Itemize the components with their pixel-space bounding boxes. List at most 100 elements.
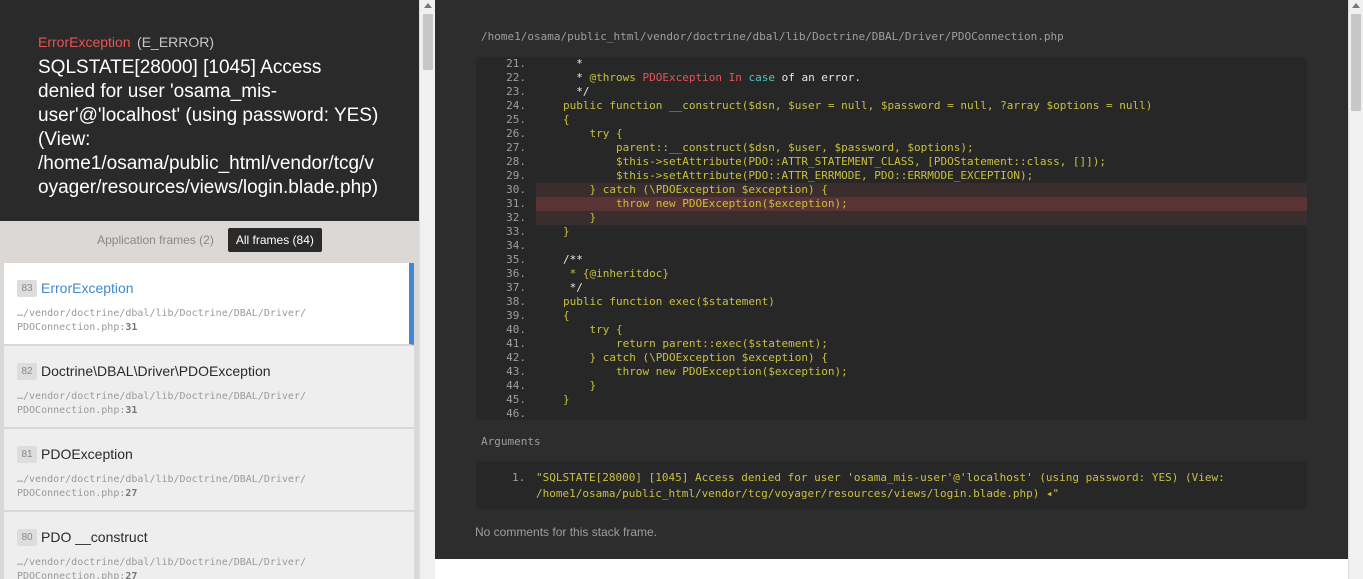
frame-class: PDOException: [41, 446, 133, 462]
frame-filter: Application frames (2) All frames (84): [0, 221, 419, 259]
code-line-text: throw new PDOException($exception);: [563, 365, 848, 378]
page-footer-area: [435, 559, 1348, 579]
code-line-text: }: [563, 211, 597, 224]
filter-application-frames[interactable]: Application frames (2): [97, 229, 214, 251]
frame-item[interactable]: 83 ErrorException …/vendor/doctrine/dbal…: [4, 263, 414, 345]
code-line-number: 25.: [506, 113, 526, 126]
code-line-text: } catch (\PDOException $exception) {: [563, 183, 828, 196]
argument-value: "SQLSTATE[28000] [1045] Access denied fo…: [536, 471, 1225, 500]
code-line-number: 30.: [506, 183, 526, 196]
code-line-text: throw new PDOException($exception);: [563, 197, 848, 210]
code-line-text: }: [563, 379, 597, 392]
code-line-number: 41.: [506, 337, 526, 350]
code-line: 36. * {@inheritdoc}: [476, 267, 1307, 281]
code-line-number: 43.: [506, 365, 526, 378]
code-line: 28. $this->setAttribute(PDO::ATTR_STATEM…: [476, 155, 1307, 169]
arguments-label: Arguments: [481, 435, 541, 448]
exception-message: SQLSTATE[28000] [1045] Access denied for…: [38, 57, 379, 198]
frame-index: 81: [17, 446, 37, 463]
code-line: 35. /**: [476, 253, 1307, 267]
code-line-number: 40.: [506, 323, 526, 336]
code-line: 45.}: [476, 393, 1307, 407]
exception-header: ErrorException (E_ERROR) SQLSTATE[28000]…: [0, 0, 419, 200]
code-line-text: {: [563, 309, 570, 322]
code-line-number: 39.: [506, 309, 526, 322]
frame-index: 83: [17, 280, 37, 297]
code-line: 32. }: [506, 211, 1307, 225]
scroll-up-arrow-icon[interactable]: [424, 3, 432, 8]
code-line: 30. } catch (\PDOException $exception) {: [506, 183, 1307, 197]
code-line-text: try {: [563, 127, 623, 140]
right-scrollbar[interactable]: [1348, 0, 1363, 579]
frame-class: PDO __construct: [41, 529, 148, 545]
code-line-number: 34.: [506, 239, 526, 252]
code-line-number: 38.: [506, 295, 526, 308]
code-line: 37. */: [476, 281, 1307, 295]
frame-file: …/vendor/doctrine/dbal/lib/Doctrine/DBAL…: [17, 308, 306, 333]
frame-index: 80: [17, 529, 37, 546]
code-line: 38. public function exec($statement): [476, 295, 1307, 309]
frame-file: …/vendor/doctrine/dbal/lib/Doctrine/DBAL…: [17, 474, 306, 499]
scrollbar-thumb[interactable]: [423, 14, 433, 70]
code-line: 42. } catch (\PDOException $exception) {: [476, 351, 1307, 365]
exception-panel: ErrorException (E_ERROR) SQLSTATE[28000]…: [0, 0, 419, 579]
code-line: 34.: [476, 239, 1307, 253]
code-line-text: */: [563, 85, 590, 98]
code-line-number: 35.: [506, 253, 526, 266]
code-block: 21. * 22. * @throws PDOException In case …: [476, 57, 1307, 420]
filter-all-frames[interactable]: All frames (84): [227, 228, 322, 252]
code-line-number: 33.: [506, 225, 526, 238]
code-line-text: *: [563, 57, 583, 70]
code-line-text: */: [563, 281, 583, 294]
code-line-number: 32.: [506, 211, 526, 224]
code-line-text: {: [563, 113, 570, 126]
code-line-text: $this->setAttribute(PDO::ATTR_STATEMENT_…: [563, 155, 1107, 168]
left-scrollbar[interactable]: [419, 0, 435, 579]
code-line: 27. parent::__construct($dsn, $user, $pa…: [476, 141, 1307, 155]
code-line-number: 44.: [506, 379, 526, 392]
frame-class: Doctrine\DBAL\Driver\PDOException: [41, 363, 271, 379]
code-line-text: }: [563, 393, 570, 406]
code-line: 26. try {: [476, 127, 1307, 141]
code-lines: 21. * 22. * @throws PDOException In case …: [476, 57, 1307, 420]
frame-list: 83 ErrorException …/vendor/doctrine/dbal…: [0, 259, 419, 579]
code-line-number: 27.: [506, 141, 526, 154]
code-line: 41. return parent::exec($statement);: [476, 337, 1307, 351]
code-line: 39. {: [476, 309, 1307, 323]
frame-comments: No comments for this stack frame.: [475, 525, 658, 539]
code-line-number: 26.: [506, 127, 526, 140]
code-line-text: parent::__construct($dsn, $user, $passwo…: [563, 141, 974, 154]
scroll-up-arrow-icon[interactable]: [1352, 3, 1360, 8]
code-line-number: 23.: [506, 85, 526, 98]
frame-item[interactable]: 82 Doctrine\DBAL\Driver\PDOException …/v…: [4, 346, 414, 428]
code-line-text: public function exec($statement): [563, 295, 775, 308]
code-line: 43. throw new PDOException($exception);: [476, 365, 1307, 379]
code-line: 24. public function __construct($dsn, $us…: [476, 99, 1307, 113]
code-line-text: $this->setAttribute(PDO::ATTR_ERRMODE, P…: [563, 169, 1034, 182]
code-line-number: 22.: [506, 71, 526, 84]
code-file-path[interactable]: /home1/osama/public_html/vendor/doctrine…: [481, 30, 1064, 43]
code-line: 25. {: [476, 113, 1307, 127]
arguments-block: 1. "SQLSTATE[28000] [1045] Access denied…: [476, 461, 1307, 509]
scrollbar-thumb[interactable]: [1351, 14, 1361, 111]
code-line: 21. *: [476, 57, 1307, 71]
code-line-text: * {@inheritdoc}: [563, 267, 669, 280]
code-line-text: public function __construct($dsn, $user …: [563, 99, 1153, 112]
code-line-number: 21.: [506, 57, 526, 70]
code-line-number: 31.: [506, 197, 526, 210]
code-line-number: 24.: [506, 99, 526, 112]
frame-index: 82: [17, 363, 37, 380]
code-line-text: return parent::exec($statement);: [563, 337, 828, 350]
code-line: 23. */: [476, 85, 1307, 99]
exception-class: ErrorException: [38, 34, 131, 50]
code-line-number: 37.: [506, 281, 526, 294]
frame-file: …/vendor/doctrine/dbal/lib/Doctrine/DBAL…: [17, 557, 306, 579]
code-line-text: }: [563, 225, 570, 238]
code-line-number: 28.: [506, 155, 526, 168]
code-line: 33.}: [476, 225, 1307, 239]
code-line-number: 29.: [506, 169, 526, 182]
frame-item[interactable]: 81 PDOException …/vendor/doctrine/dbal/l…: [4, 429, 414, 511]
code-line-text: /**: [563, 253, 583, 266]
frame-item[interactable]: 80 PDO __construct …/vendor/doctrine/dba…: [4, 512, 414, 579]
frame-file: …/vendor/doctrine/dbal/lib/Doctrine/DBAL…: [17, 391, 306, 416]
